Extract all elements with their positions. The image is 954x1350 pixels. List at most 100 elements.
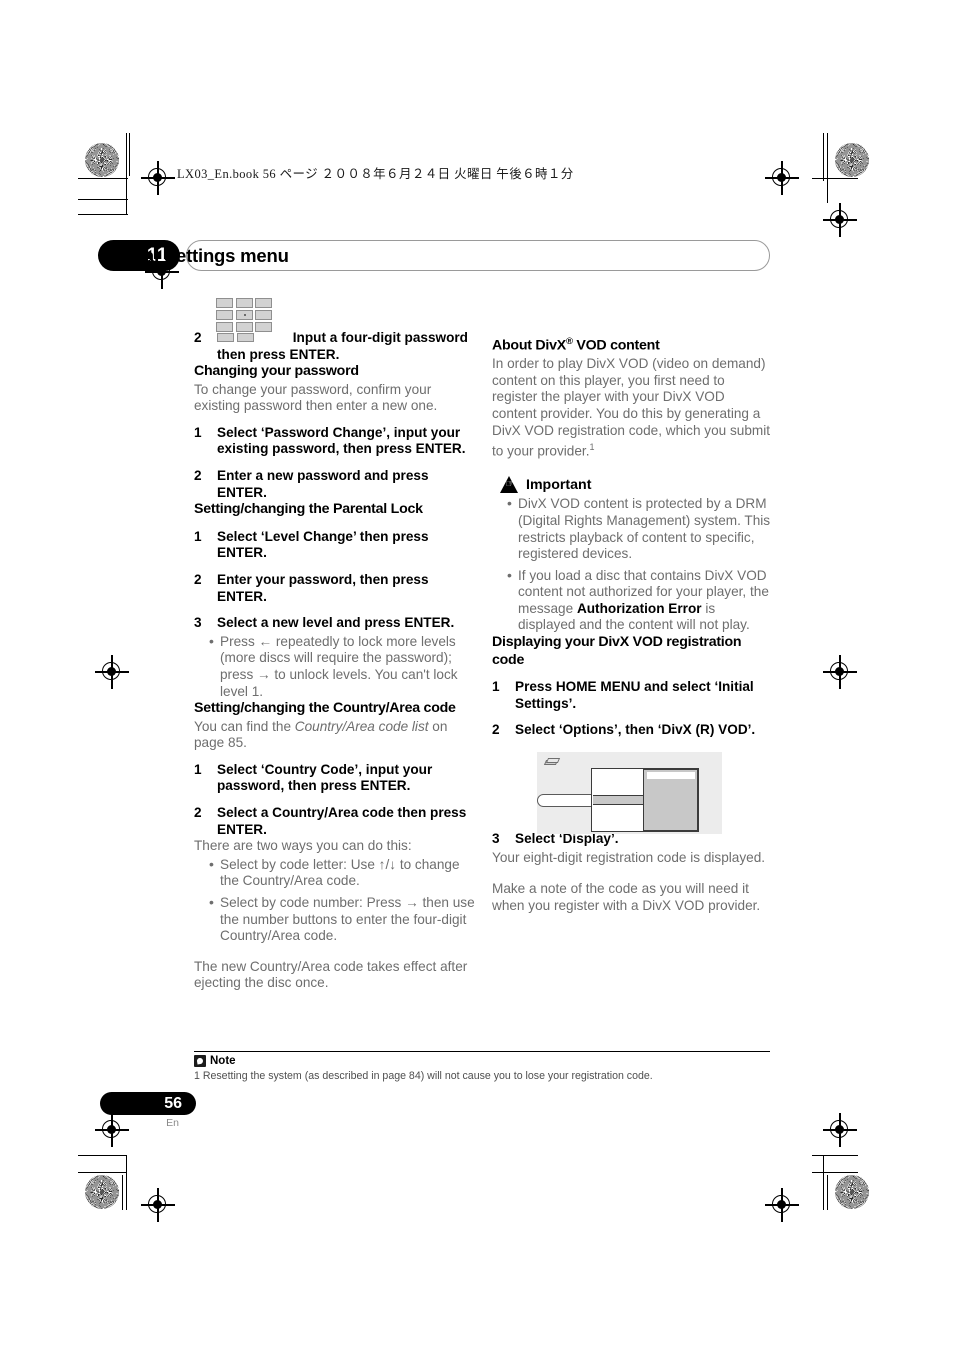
crop-mark-v-7 — [823, 1155, 825, 1210]
halftone-target-top-left — [85, 143, 119, 177]
step-text: Enter a new password and press ENTER. — [217, 468, 429, 500]
section-heading-displaying-registration-code: Displaying your DivX VOD registration co… — [492, 634, 742, 668]
halftone-target-top-right — [835, 143, 869, 177]
section-body-two-ways: There are two ways you can do this: — [194, 838, 412, 854]
section-body-code-displayed: Your eight-digit registration code is di… — [492, 850, 766, 866]
crop-mark-h-2 — [78, 199, 128, 201]
list-item: If you load a disc that contains DivX VO… — [507, 567, 773, 634]
body-pre: You can find the — [194, 718, 295, 734]
onscreen-display-illustration — [537, 752, 722, 834]
crop-mark-v-4 — [827, 133, 829, 203]
bullet-list-important: DivX VOD content is protected by a DRM (… — [492, 495, 773, 634]
section-body-country-area-code: You can find the Country/Area code list … — [194, 719, 475, 752]
numeric-keypad-icon — [216, 298, 278, 334]
body-text: In order to play DivX VOD (video on dema… — [492, 356, 771, 459]
crop-mark-v-1 — [129, 133, 131, 176]
section-body-changing-password: To change your password, confirm your ex… — [194, 381, 438, 414]
osd-panel-right-highlight — [647, 772, 695, 779]
registration-target-top-mid-left — [141, 161, 175, 195]
osd-panel-right — [643, 769, 698, 831]
registered-trademark-icon: ® — [565, 336, 573, 347]
step-parental-lock-2: 2 Enter your password, then press ENTER. — [194, 572, 475, 605]
step-number: 1 — [194, 424, 202, 440]
step-display-code-2: 2 Select ‘Options’, then ‘DivX (R) VOD’. — [492, 722, 773, 739]
section-heading-changing-password: Changing your password — [194, 363, 359, 380]
crop-mark-h-3 — [78, 214, 128, 216]
bullet-text-code-number: Select by code number: Press → then use … — [220, 894, 475, 944]
bullet-list-country-code: Select by code letter: Use ↑/↓ to change… — [194, 856, 475, 945]
registration-target-bottom-right — [823, 1113, 857, 1147]
bullet-text-parental-lock: Press ← repeatedly to lock more levels (… — [220, 633, 458, 699]
list-item: Select by code number: Press → then use … — [209, 894, 475, 945]
registration-target-right-middle — [823, 655, 857, 689]
step-number: 3 — [194, 615, 202, 631]
note-divider — [194, 1051, 770, 1053]
step-text: Select a Country/Area code then press EN… — [217, 804, 467, 837]
page-title: Initial Settings menu — [112, 245, 289, 266]
registration-target-right-upper — [823, 203, 857, 237]
list-item: DivX VOD content is protected by a DRM (… — [507, 495, 773, 562]
step-number: 1 — [194, 761, 202, 777]
step-text: Press HOME MENU and select ‘Initial Sett… — [515, 679, 754, 711]
section-body-about-divx-vod: In order to play DivX VOD (video on dema… — [492, 356, 773, 460]
footnote-text: 1 Resetting the system (as described in … — [194, 1070, 653, 1082]
section-body-make-a-note: Make a note of the code as you will need… — [492, 881, 761, 913]
warning-triangle-hand-icon: ☞ — [500, 476, 519, 494]
page-number-badge: 56 — [100, 1092, 196, 1115]
disc-tag-icon — [543, 758, 560, 766]
step-text: Enter your password, then press ENTER. — [217, 571, 429, 604]
crop-mark-h-1 — [78, 178, 128, 180]
section-heading-about-divx-vod: About DivX® VOD content — [492, 333, 773, 355]
step-password-change-2: 2 Enter a new password and press ENTER. — [194, 468, 475, 501]
step-number: 2 — [194, 804, 202, 820]
step-number: 2 — [194, 571, 202, 587]
step-number: 3 — [492, 830, 500, 846]
important-heading: ☞ Important — [492, 476, 773, 494]
registration-target-top-right — [765, 161, 799, 195]
step-number: 2 — [194, 468, 202, 484]
step-display-code-1: 1 Press HOME MENU and select ‘Initial Se… — [492, 679, 773, 712]
footnote-marker: 1 — [589, 442, 595, 453]
section-heading-country-area-code: Setting/changing the Country/Area code — [194, 700, 456, 717]
note-pencil-icon — [194, 1055, 206, 1067]
step-parental-lock-3: 3 Select a new level and press ENTER. — [194, 615, 475, 632]
crop-mark-h-6 — [78, 1155, 126, 1157]
note-label: Note — [210, 1055, 236, 1067]
body-italic-code-list: Country/Area code list — [294, 718, 429, 734]
page-language-code: En — [166, 1117, 179, 1129]
section-heading-parental-lock: Setting/changing the Parental Lock — [194, 501, 423, 518]
osd-left-tab — [537, 794, 599, 807]
heading-pre: About DivX — [492, 337, 566, 354]
crop-mark-v-5 — [126, 1155, 128, 1210]
step-password-change-1: 1 Select ‘Password Change’, input your e… — [194, 425, 475, 458]
step-number: 2 — [492, 722, 500, 738]
step-text: Select ‘Level Change’ then press ENTER. — [217, 528, 429, 561]
important-label: Important — [526, 477, 592, 494]
crop-mark-h-4 — [812, 178, 858, 180]
step-text: Select ‘Country Code’, input your passwo… — [217, 761, 433, 794]
step-text: Select a new level and press ENTER. — [217, 615, 455, 631]
book-header-line: LX03_En.book 56 ページ ２００８年６月２４日 火曜日 午後６時１… — [177, 167, 574, 181]
list-item: Select by code letter: Use ↑/↓ to change… — [209, 856, 475, 890]
list-item: Press ← repeatedly to lock more levels (… — [209, 633, 475, 700]
step-country-code-1: 1 Select ‘Country Code’, input your pass… — [194, 762, 475, 795]
step-parental-lock-1: 1 Select ‘Level Change’ then press ENTER… — [194, 529, 475, 562]
step-keypad-input: 2 Input a four-digit password then press… — [194, 298, 475, 363]
crop-mark-h-7 — [812, 1172, 858, 1174]
osd-selected-row — [593, 795, 643, 805]
step-number: 2 — [194, 330, 202, 345]
crop-mark-v-3 — [823, 133, 825, 181]
section-body-country-code-closing: The new Country/Area code takes effect a… — [194, 958, 468, 991]
registration-target-bottom-right-inner — [765, 1188, 799, 1222]
registration-target-left-middle — [95, 655, 129, 689]
crop-mark-v-6 — [122, 1175, 124, 1210]
registration-target-bottom-left-inner — [141, 1188, 175, 1222]
crop-mark-v-2 — [126, 133, 128, 215]
step-number: 1 — [194, 528, 202, 544]
crop-mark-v-8 — [827, 1175, 829, 1210]
crop-mark-h-8 — [812, 1155, 858, 1157]
status-text-authorization-error: Authorization Error — [576, 600, 702, 616]
halftone-target-bottom-right — [835, 1175, 869, 1209]
crop-mark-h-5 — [78, 1172, 126, 1174]
left-column: 2 Input a four-digit password then press… — [194, 298, 475, 992]
